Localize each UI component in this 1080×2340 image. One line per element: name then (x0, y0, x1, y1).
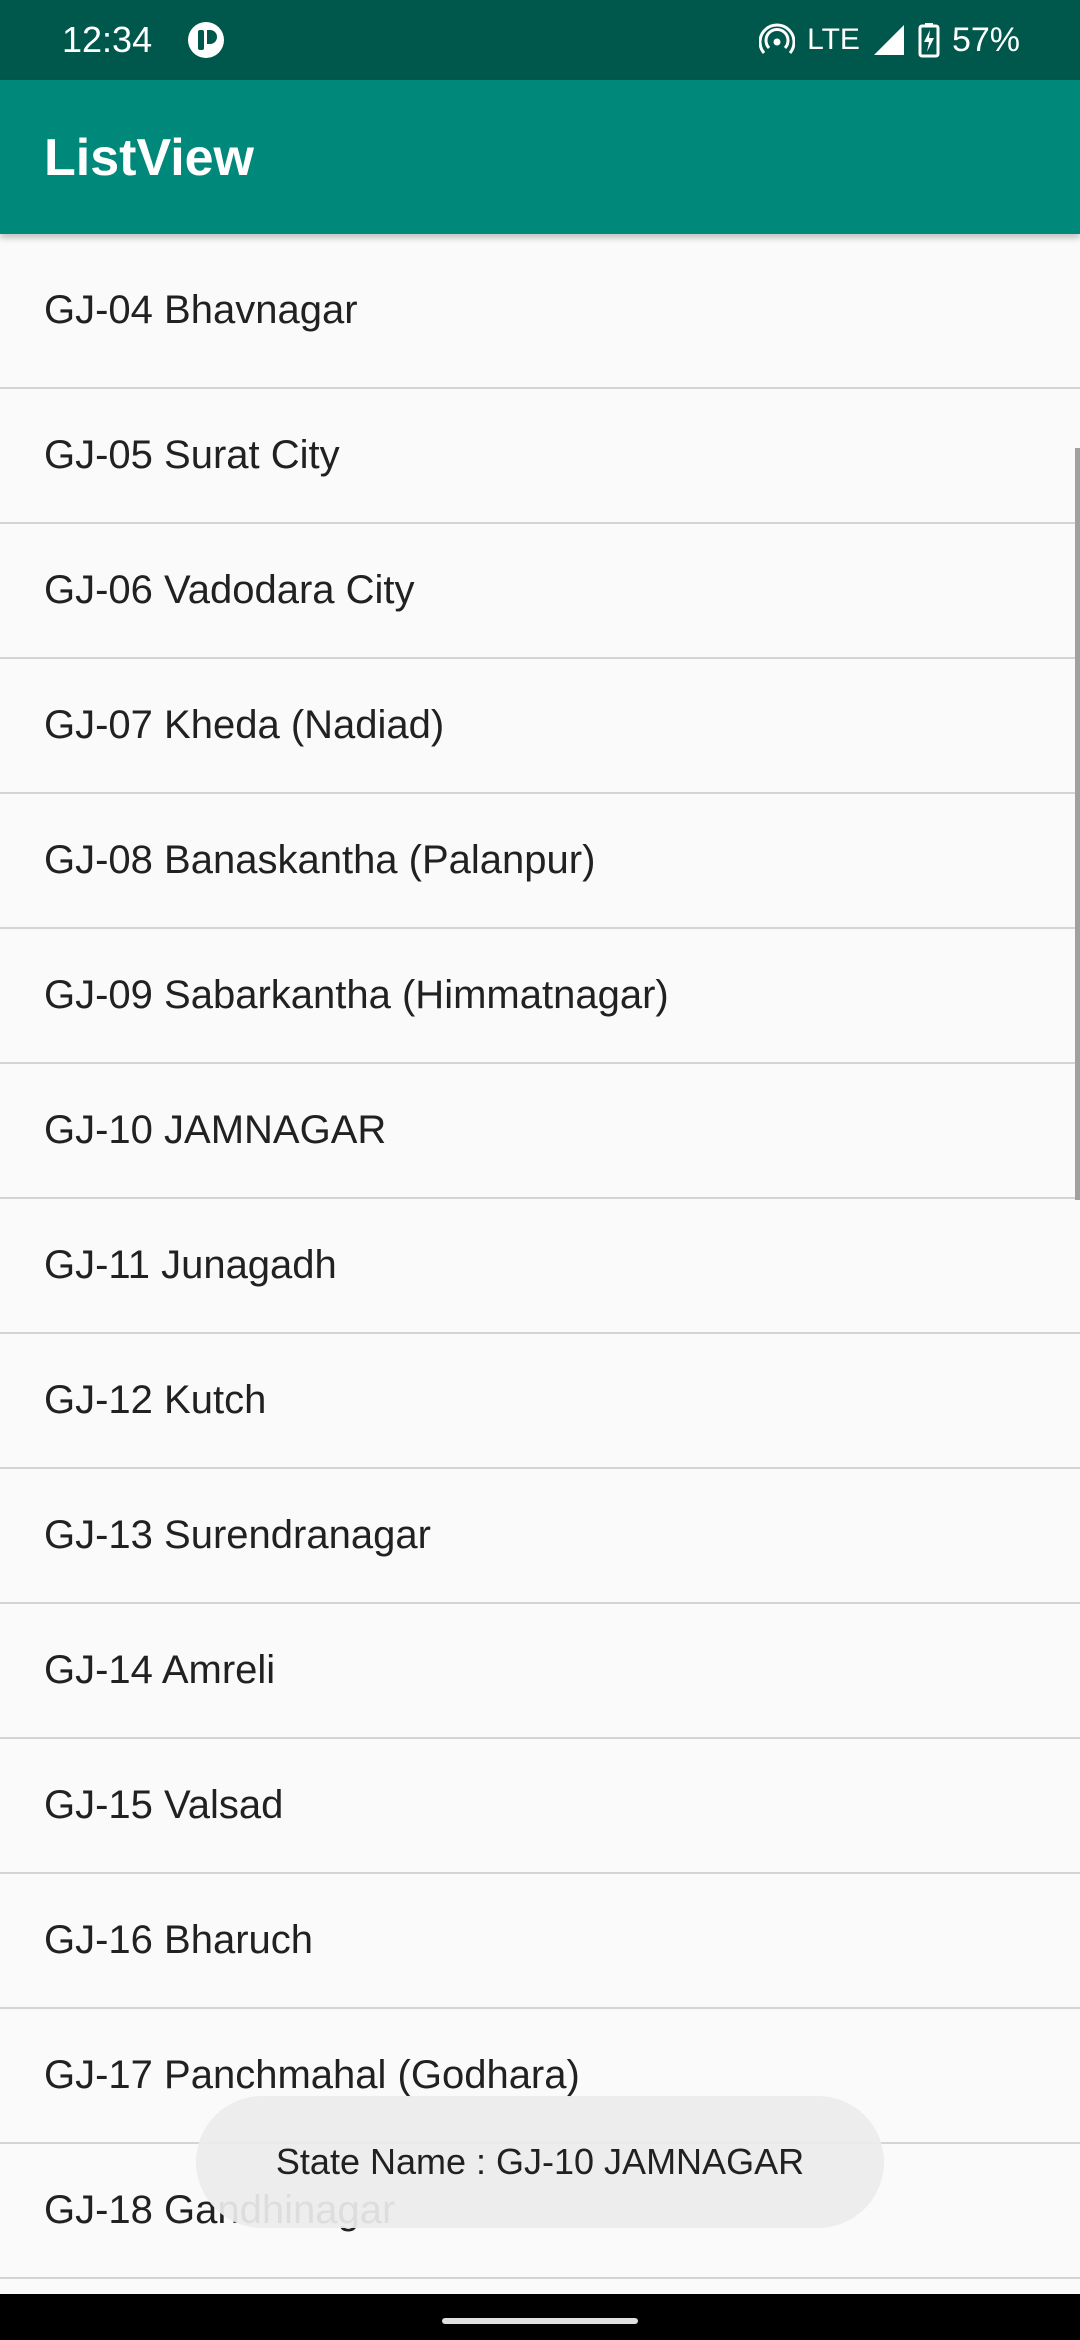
home-gesture-handle[interactable] (442, 2318, 638, 2324)
list-item[interactable]: GJ-16 Bharuch (0, 1874, 1080, 2009)
list-item[interactable]: GJ-08 Banaskantha (Palanpur) (0, 794, 1080, 929)
status-time: 12:34 (62, 19, 153, 60)
app-notification-icon (188, 22, 224, 58)
toast-text: State Name : GJ-10 JAMNAGAR (275, 2141, 805, 2182)
list-item[interactable]: GJ-04 Bhavnagar (0, 234, 1080, 389)
battery-percentage: 57% (951, 20, 1020, 59)
list-item[interactable]: GJ-13 Surendranagar (0, 1469, 1080, 1604)
list-item[interactable]: GJ-15 Valsad (0, 1739, 1080, 1874)
list-item[interactable]: GJ-12 Kutch (0, 1334, 1080, 1469)
list-item-label: GJ-15 Valsad (44, 1783, 284, 1827)
list-item-label: GJ-14 Amreli (44, 1648, 276, 1692)
list-item-label: GJ-09 Sabarkantha (Himmatnagar) (44, 973, 669, 1017)
list-item-label: GJ-06 Vadodara City (44, 568, 415, 612)
list-item-label: GJ-17 Panchmahal (Godhara) (44, 2053, 580, 2097)
hotspot-icon (759, 23, 796, 54)
list-item-label: GJ-13 Surendranagar (44, 1513, 431, 1557)
network-type: LTE (807, 23, 860, 56)
page-title: ListView (44, 129, 255, 187)
list-item[interactable]: GJ-14 Amreli (0, 1604, 1080, 1739)
navigation-bar (0, 2294, 1080, 2340)
list-scrollbar[interactable] (1075, 448, 1080, 1200)
list-item-label: GJ-16 Bharuch (44, 1918, 314, 1962)
list-item-label: GJ-07 Kheda (Nadiad) (44, 703, 445, 747)
toast-message: State Name : GJ-10 JAMNAGAR (196, 2096, 884, 2228)
list-item-label: GJ-08 Banaskantha (Palanpur) (44, 838, 596, 882)
list-item[interactable]: GJ-11 Junagadh (0, 1199, 1080, 1334)
list-item-label: GJ-04 Bhavnagar (44, 288, 358, 332)
status-indicators: LTE 57% (759, 18, 1020, 62)
list-item[interactable]: GJ-05 Surat City (0, 389, 1080, 524)
state-list[interactable]: GJ-04 Bhavnagar GJ-05 Surat City GJ-06 V… (0, 234, 1080, 2294)
battery-charging-icon (918, 23, 940, 58)
list-item[interactable]: GJ-06 Vadodara City (0, 524, 1080, 659)
status-bar: 12:34 LTE 57% (0, 0, 1080, 80)
list-item-label: GJ-12 Kutch (44, 1378, 267, 1422)
list-item-label: GJ-11 Junagadh (44, 1243, 337, 1287)
list-item-label: GJ-05 Surat City (44, 433, 340, 477)
list-item[interactable]: GJ-07 Kheda (Nadiad) (0, 659, 1080, 794)
list-item[interactable]: GJ-09 Sabarkantha (Himmatnagar) (0, 929, 1080, 1064)
app-bar: ListView (0, 80, 1080, 234)
list-item[interactable]: GJ-10 JAMNAGAR (0, 1064, 1080, 1199)
signal-icon (873, 25, 904, 55)
list-item-label: GJ-10 JAMNAGAR (44, 1108, 387, 1152)
